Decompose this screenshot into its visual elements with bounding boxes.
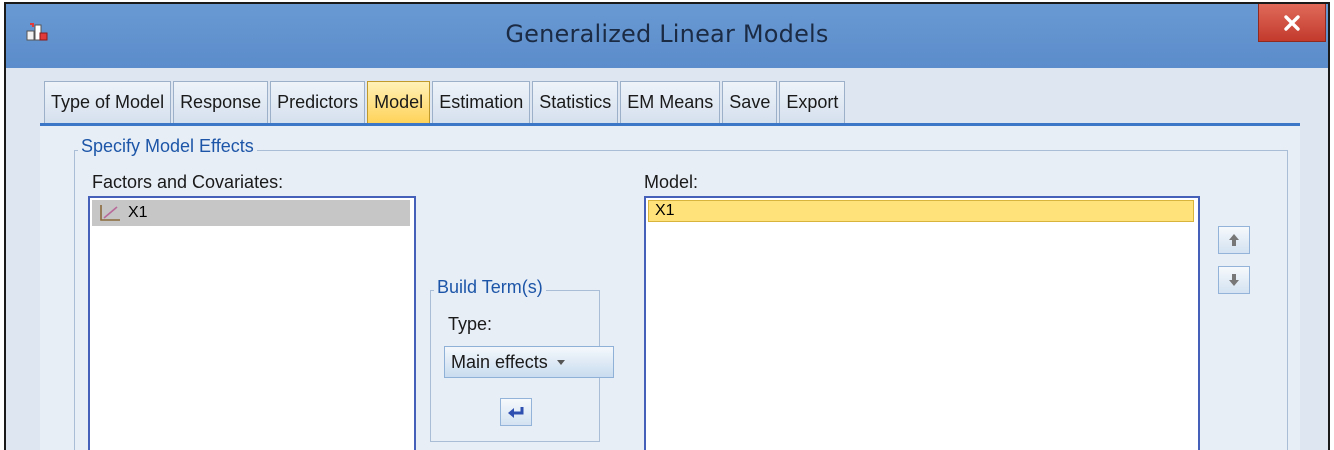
arrow-up-icon [1229,234,1239,246]
tab-export[interactable]: Export [779,81,846,123]
move-down-button[interactable] [1218,266,1250,294]
close-button[interactable] [1258,4,1326,42]
tab-save[interactable]: Save [722,81,778,123]
scale-variable-icon [100,205,120,221]
model-listbox[interactable]: X1 [644,196,1200,450]
factor-item-label: X1 [128,204,148,221]
tab-type-of-model[interactable]: Type of Model [44,81,172,123]
arrow-left-icon [508,407,524,418]
type-label: Type: [448,314,493,334]
tab-estimation[interactable]: Estimation [432,81,531,123]
term-type-value: Main effects [451,351,548,372]
tab-model[interactable]: Model [367,81,431,123]
title-bar: Generalized Linear Models [6,4,1328,68]
tab-em-means[interactable]: EM Means [620,81,721,123]
chevron-down-icon [556,360,565,365]
move-up-button[interactable] [1218,226,1250,254]
group-title: Specify Model Effects [78,136,257,157]
tab-response[interactable]: Response [173,81,269,123]
window-title: Generalized Linear Models [505,20,829,48]
term-type-dropdown[interactable]: Main effects [444,346,614,378]
factors-label: Factors and Covariates: [92,172,284,192]
build-terms-title: Build Term(s) [434,277,546,298]
model-item-x1[interactable]: X1 [648,200,1194,222]
model-tab-panel: Specify Model Effects Factors and Covari… [40,126,1300,450]
dialog-client: Type of Model Response Predictors Model … [6,68,1328,450]
dialog-window: Generalized Linear Models Type of Model … [4,2,1330,450]
add-term-button[interactable] [500,398,532,426]
tab-statistics[interactable]: Statistics [532,81,619,123]
model-item-label: X1 [655,202,675,219]
arrow-down-icon [1229,274,1239,286]
factor-item-x1[interactable]: X1 [92,200,410,226]
model-label: Model: [644,172,699,192]
factors-listbox[interactable]: X1 [88,196,416,450]
tab-predictors[interactable]: Predictors [270,81,366,123]
close-icon [1284,14,1300,31]
tab-strip: Type of Model Response Predictors Model … [44,81,847,123]
